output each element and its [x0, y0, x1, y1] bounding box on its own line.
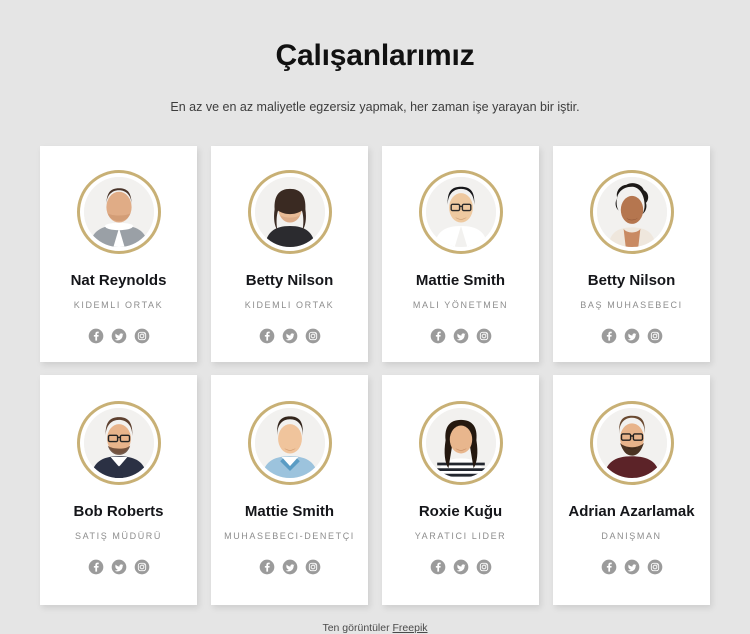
avatar-photo-adrian-azarlamak [596, 407, 667, 478]
facebook-icon[interactable] [601, 328, 617, 344]
avatar [247, 400, 332, 485]
twitter-icon[interactable] [111, 559, 127, 575]
avatar-photo-nat-reynolds [83, 177, 154, 248]
member-role: MALI YÖNETMEN [412, 300, 509, 311]
member-role: KIDEMLI ORTAK [73, 300, 164, 311]
avatar [589, 170, 674, 255]
instagram-icon[interactable] [647, 559, 663, 575]
team-member-card[interactable]: Betty Nilson KIDEMLI ORTAK [211, 146, 368, 362]
facebook-icon[interactable] [430, 559, 446, 575]
member-name: Roxie Kuğu [418, 502, 503, 520]
facebook-icon[interactable] [259, 328, 275, 344]
twitter-icon[interactable] [624, 328, 640, 344]
social-links [430, 328, 492, 344]
facebook-icon[interactable] [259, 559, 275, 575]
social-links [259, 328, 321, 344]
social-links [601, 559, 663, 575]
member-role: KIDEMLI ORTAK [244, 300, 335, 311]
facebook-icon[interactable] [88, 328, 104, 344]
instagram-icon[interactable] [305, 328, 321, 344]
avatar-photo-betty-nilson-2 [596, 177, 667, 248]
member-name: Betty Nilson [587, 272, 676, 290]
instagram-icon[interactable] [647, 328, 663, 344]
team-member-card[interactable]: Nat Reynolds KIDEMLI ORTAK [40, 146, 197, 362]
avatar [418, 170, 503, 255]
avatar [589, 400, 674, 485]
member-role: YARATICI LIDER [414, 531, 507, 541]
freepik-link[interactable]: Freepik [393, 622, 428, 634]
team-member-card[interactable]: Bob Roberts SATIŞ MÜDÜRÜ [40, 374, 197, 605]
team-member-card[interactable]: Adrian Azarlamak DANIŞMAN [553, 374, 710, 605]
avatar [418, 400, 503, 485]
team-section: Çalışanlarımız En az ve en az maliyetle … [0, 0, 750, 634]
team-member-card[interactable]: Betty Nilson BAŞ MUHASEBECI [553, 146, 710, 362]
instagram-icon[interactable] [134, 559, 150, 575]
image-credit: Ten görüntüler Freepik [40, 622, 710, 634]
social-links [259, 559, 321, 575]
twitter-icon[interactable] [453, 559, 469, 575]
instagram-icon[interactable] [476, 328, 492, 344]
team-grid: Nat Reynolds KIDEMLI ORTAK Betty Nilson … [40, 146, 710, 605]
twitter-icon[interactable] [111, 328, 127, 344]
page-subtitle: En az ve en az maliyetle egzersiz yapmak… [170, 100, 580, 114]
avatar-photo-bob-roberts [83, 407, 154, 478]
section-header: Çalışanlarımız En az ve en az maliyetle … [40, 0, 710, 116]
member-name: Nat Reynolds [70, 272, 167, 290]
avatar-photo-mattie-smith-2 [254, 407, 325, 478]
facebook-icon[interactable] [88, 559, 104, 575]
social-links [88, 559, 150, 575]
member-role: DANIŞMAN [601, 531, 662, 541]
avatar-photo-mattie-smith [425, 177, 496, 248]
social-links [88, 328, 150, 344]
avatar-photo-betty-nilson [254, 177, 325, 248]
member-role: BAŞ MUHASEBECI [580, 300, 683, 311]
twitter-icon[interactable] [282, 328, 298, 344]
social-links [430, 559, 492, 575]
member-name: Betty Nilson [245, 272, 334, 290]
twitter-icon[interactable] [453, 328, 469, 344]
team-member-card[interactable]: Roxie Kuğu YARATICI LIDER [382, 374, 539, 605]
member-name: Bob Roberts [73, 502, 164, 520]
team-member-card[interactable]: Mattie Smith MUHASEBECI-DENETÇI [211, 374, 368, 605]
facebook-icon[interactable] [430, 328, 446, 344]
avatar-photo-roxie-kugu [425, 407, 496, 478]
member-name: Mattie Smith [415, 272, 506, 290]
team-member-card[interactable]: Mattie Smith MALI YÖNETMEN [382, 146, 539, 362]
twitter-icon[interactable] [282, 559, 298, 575]
instagram-icon[interactable] [134, 328, 150, 344]
instagram-icon[interactable] [476, 559, 492, 575]
avatar [247, 170, 332, 255]
credit-prefix: Ten görüntüler [322, 621, 390, 634]
member-name: Adrian Azarlamak [568, 502, 695, 520]
instagram-icon[interactable] [305, 559, 321, 575]
avatar [76, 170, 161, 255]
member-role: SATIŞ MÜDÜRÜ [74, 531, 163, 541]
social-links [601, 328, 663, 344]
member-name: Mattie Smith [244, 502, 335, 520]
facebook-icon[interactable] [601, 559, 617, 575]
avatar [76, 400, 161, 485]
page-title: Çalışanlarımız [275, 39, 475, 72]
member-role: MUHASEBECI-DENETÇI [224, 531, 355, 541]
twitter-icon[interactable] [624, 559, 640, 575]
